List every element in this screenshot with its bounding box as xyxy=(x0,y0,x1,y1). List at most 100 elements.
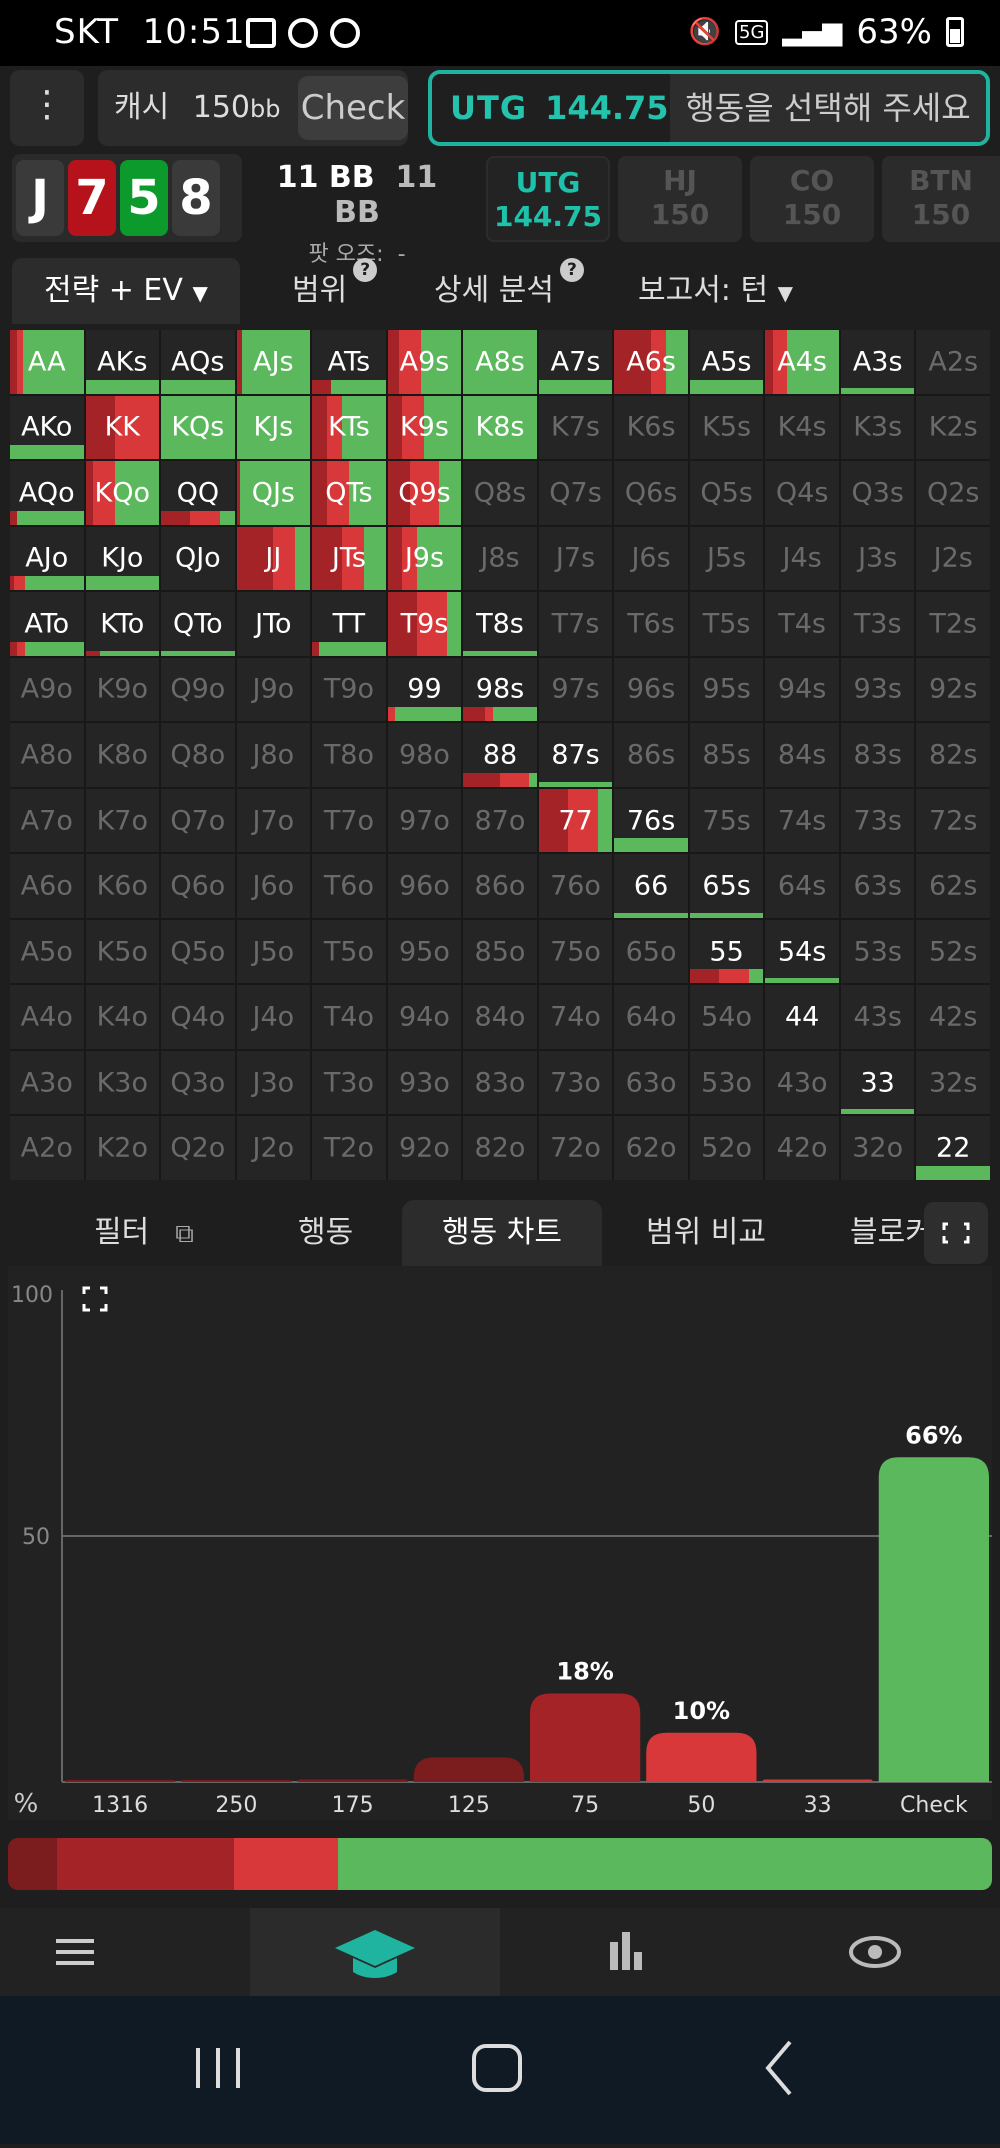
hand-cell[interactable]: 98o xyxy=(387,723,462,787)
hand-cell[interactable]: 42o xyxy=(765,1116,839,1180)
hand-cell[interactable]: 63o xyxy=(614,1050,688,1115)
nav-stats[interactable] xyxy=(500,1908,750,1996)
hand-cell[interactable]: T5s xyxy=(689,592,764,656)
hand-cell[interactable]: J9s xyxy=(387,526,462,591)
hand-cell[interactable]: 73s xyxy=(840,788,915,853)
hand-cell[interactable]: QTo xyxy=(161,592,235,656)
hand-cell[interactable]: JTs xyxy=(312,526,386,591)
hand-cell[interactable]: QJo xyxy=(161,526,235,591)
hand-cell[interactable]: 94s xyxy=(765,657,839,722)
hand-cell[interactable]: A6s xyxy=(614,330,688,394)
hand-cell[interactable]: T7o xyxy=(312,788,386,853)
tab-range[interactable]: 범위? xyxy=(292,258,378,324)
hand-cell[interactable]: J9o xyxy=(236,657,311,722)
hand-cell[interactable]: 64s xyxy=(765,854,839,918)
hand-cell[interactable]: 99 xyxy=(387,657,462,722)
hand-cell[interactable]: 65s xyxy=(689,854,764,918)
help-icon[interactable]: ? xyxy=(559,258,584,282)
hand-cell[interactable]: K2o xyxy=(85,1116,160,1180)
hand-cell[interactable]: 83s xyxy=(840,723,915,787)
hand-cell[interactable]: AKs xyxy=(85,330,160,394)
hand-cell[interactable]: AQo xyxy=(10,461,84,525)
hand-cell[interactable]: Q7o xyxy=(161,788,235,853)
hand-cell[interactable]: A4s xyxy=(765,330,839,394)
hand-cell[interactable]: 87o xyxy=(463,788,537,853)
hand-cell[interactable]: Q9o xyxy=(161,657,235,722)
hand-cell[interactable]: QJs xyxy=(236,461,311,525)
hand-cell[interactable]: K9s xyxy=(387,395,462,460)
hand-cell[interactable]: T6o xyxy=(312,854,386,918)
hand-cell[interactable]: 85s xyxy=(689,723,764,787)
hand-cell[interactable]: J5o xyxy=(236,919,311,984)
tab-blocker[interactable]: 블로커 xyxy=(850,1200,933,1266)
hand-cell[interactable]: KK xyxy=(85,395,160,460)
hand-cell[interactable]: J4o xyxy=(236,985,311,1049)
tab-report-turn[interactable]: 보고서: 턴 ▼ xyxy=(638,258,793,324)
hand-cell[interactable]: Q4s xyxy=(765,461,839,525)
nav-view[interactable] xyxy=(750,1908,1000,1996)
hand-cell[interactable]: T2o xyxy=(312,1116,386,1180)
hand-cell[interactable]: K5o xyxy=(85,919,160,984)
hand-cell[interactable]: J2s xyxy=(916,526,990,591)
hand-cell[interactable]: AJs xyxy=(236,330,311,394)
hand-cell[interactable]: KTs xyxy=(312,395,386,460)
hand-cell[interactable]: Q8s xyxy=(463,461,537,525)
hand-cell[interactable]: Q8o xyxy=(161,723,235,787)
help-icon[interactable]: ? xyxy=(353,258,378,282)
hand-cell[interactable]: AKo xyxy=(10,395,84,460)
hand-cell[interactable]: T3o xyxy=(312,1050,386,1115)
hand-cell[interactable]: A6o xyxy=(10,854,84,918)
hand-cell[interactable]: 44 xyxy=(765,985,839,1049)
hand-cell[interactable]: A8s xyxy=(463,330,537,394)
hand-cell[interactable]: A4o xyxy=(10,985,84,1049)
home-icon[interactable] xyxy=(472,2044,522,2092)
hand-cell[interactable]: 88 xyxy=(463,723,537,787)
hand-cell[interactable]: Q2o xyxy=(161,1116,235,1180)
hand-cell[interactable]: 96s xyxy=(614,657,688,722)
hand-cell[interactable]: Q5s xyxy=(689,461,764,525)
board-card[interactable]: 7 xyxy=(68,160,116,236)
hand-cell[interactable]: K6s xyxy=(614,395,688,460)
hand-cell[interactable]: JJ xyxy=(236,526,311,591)
hand-cell[interactable]: 22 xyxy=(916,1116,990,1180)
board-card[interactable]: 8 xyxy=(172,160,220,236)
hand-cell[interactable]: 95s xyxy=(689,657,764,722)
hand-cell[interactable]: AQs xyxy=(161,330,235,394)
decision-node[interactable]: UTG 144.75 행동을 선택해 주세요 xyxy=(428,70,990,146)
bar[interactable] xyxy=(181,1780,292,1782)
hand-cell[interactable]: K5s xyxy=(689,395,764,460)
game-type-selector[interactable]: 캐시 150bb Check xyxy=(98,70,408,146)
hand-cell[interactable]: T9s xyxy=(387,592,462,656)
hand-cell[interactable]: 33 xyxy=(840,1050,915,1115)
tab-range-compare[interactable]: 범위 비교 xyxy=(646,1200,766,1266)
tab-detail-analysis[interactable]: 상세 분석? xyxy=(434,258,584,324)
hand-cell[interactable]: 77 xyxy=(538,788,613,853)
bar[interactable] xyxy=(762,1779,873,1782)
hand-cell[interactable]: 53o xyxy=(689,1050,764,1115)
hand-cell[interactable]: 96o xyxy=(387,854,462,918)
hand-cell[interactable]: 75o xyxy=(538,919,613,984)
hand-cell[interactable]: J7s xyxy=(538,526,613,591)
nav-menu[interactable] xyxy=(0,1908,250,1996)
hand-cell[interactable]: 54s xyxy=(765,919,839,984)
hand-cell[interactable]: 92s xyxy=(916,657,990,722)
hand-cell[interactable]: 55 xyxy=(689,919,764,984)
hand-cell[interactable]: Q4o xyxy=(161,985,235,1049)
hand-cell[interactable]: Q6o xyxy=(161,854,235,918)
hand-cell[interactable]: K4o xyxy=(85,985,160,1049)
hand-cell[interactable]: T4o xyxy=(312,985,386,1049)
hand-cell[interactable]: Q7s xyxy=(538,461,613,525)
hand-cell[interactable]: A5o xyxy=(10,919,84,984)
back-icon[interactable] xyxy=(765,2040,792,2096)
board-card[interactable]: 5 xyxy=(120,160,168,236)
hand-cell[interactable]: QTs xyxy=(312,461,386,525)
hand-cell[interactable]: TT xyxy=(312,592,386,656)
hand-cell[interactable]: 92o xyxy=(387,1116,462,1180)
hand-cell[interactable]: J6o xyxy=(236,854,311,918)
hand-cell[interactable]: T6s xyxy=(614,592,688,656)
hand-cell[interactable]: K2s xyxy=(916,395,990,460)
hand-cell[interactable]: 52s xyxy=(916,919,990,984)
bar[interactable] xyxy=(297,1779,408,1782)
hand-cell[interactable]: ATo xyxy=(10,592,84,656)
seat-co[interactable]: CO 150 xyxy=(750,156,874,242)
